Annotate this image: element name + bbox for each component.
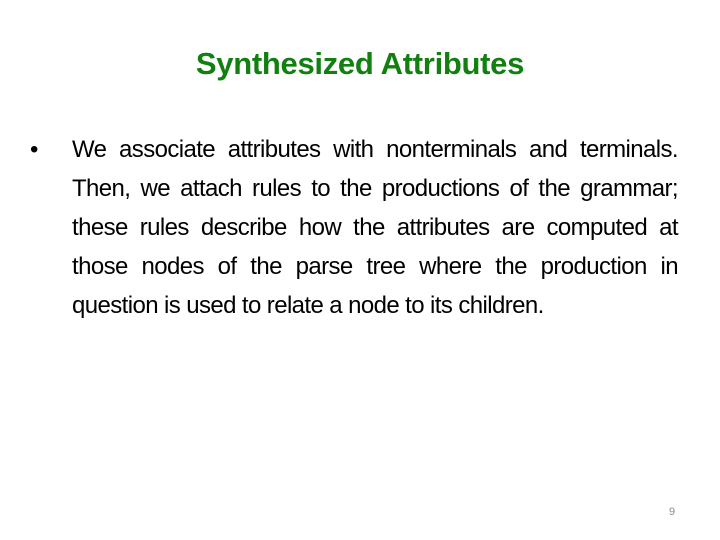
bullet-item: • We associate attributes with nontermin… xyxy=(28,130,679,325)
slide-title: Synthesized Attributes xyxy=(195,46,525,81)
bullet-text: We associate attributes with nonterminal… xyxy=(72,136,679,319)
bullet-list: • We associate attributes with nontermin… xyxy=(28,130,679,325)
bullet-marker: • xyxy=(30,136,39,163)
page-number: 9 xyxy=(668,506,676,518)
